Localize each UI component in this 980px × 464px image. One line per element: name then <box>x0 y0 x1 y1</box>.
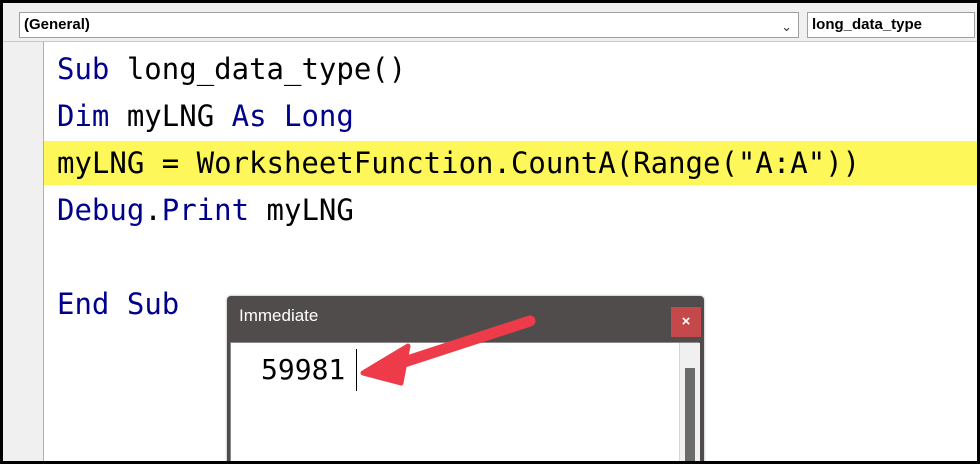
keyword-sub: Sub <box>57 52 110 86</box>
chevron-down-icon[interactable]: ⌄ <box>781 15 792 37</box>
close-icon[interactable]: × <box>671 307 701 337</box>
vba-editor-window: (General) ⌄ long_data_type Sub long_data… <box>0 0 980 464</box>
margin-indicator-bar[interactable] <box>3 42 44 461</box>
immediate-window-title: Immediate <box>239 306 319 325</box>
text-caret <box>356 349 357 391</box>
keyword-sub: Sub <box>126 287 180 321</box>
object-dropdown[interactable]: (General) ⌄ <box>19 12 799 38</box>
code-window-toolbar: (General) ⌄ long_data_type <box>3 3 977 42</box>
immediate-output-pane[interactable]: 59981 <box>230 342 700 461</box>
code-line-3-highlighted[interactable]: myLNG = WorksheetFunction.CountA(Range("… <box>44 141 977 185</box>
code-line-2[interactable]: Dim myLNG As Long <box>44 94 977 138</box>
assignment-statement: myLNG = WorksheetFunction.CountA(Range("… <box>57 146 861 180</box>
keyword-debug: Debug <box>57 193 145 227</box>
scrollbar-thumb[interactable] <box>685 368 695 461</box>
print-argument: myLNG <box>249 193 354 227</box>
object-dropdown-value: (General) <box>24 16 90 33</box>
dot: . <box>144 193 162 227</box>
variable-name: myLNG <box>109 99 232 133</box>
procedure-dropdown[interactable]: long_data_type <box>807 12 975 38</box>
vertical-scrollbar[interactable] <box>679 343 700 461</box>
keyword-as: As <box>231 99 267 133</box>
immediate-window[interactable]: Immediate × 59981 <box>227 296 704 461</box>
code-line-1[interactable]: Sub long_data_type() <box>44 47 977 91</box>
code-line-4[interactable]: Debug.Print myLNG <box>44 188 977 232</box>
keyword-long: Long <box>284 99 354 133</box>
immediate-output-value: 59981 <box>261 353 346 386</box>
procedure-dropdown-value: long_data_type <box>812 16 923 33</box>
keyword-print: Print <box>161 193 250 227</box>
procedure-declaration: long_data_type() <box>109 52 407 86</box>
keyword-dim: Dim <box>57 99 110 133</box>
keyword-end: End <box>57 287 110 321</box>
code-line-5-blank[interactable] <box>44 235 977 279</box>
